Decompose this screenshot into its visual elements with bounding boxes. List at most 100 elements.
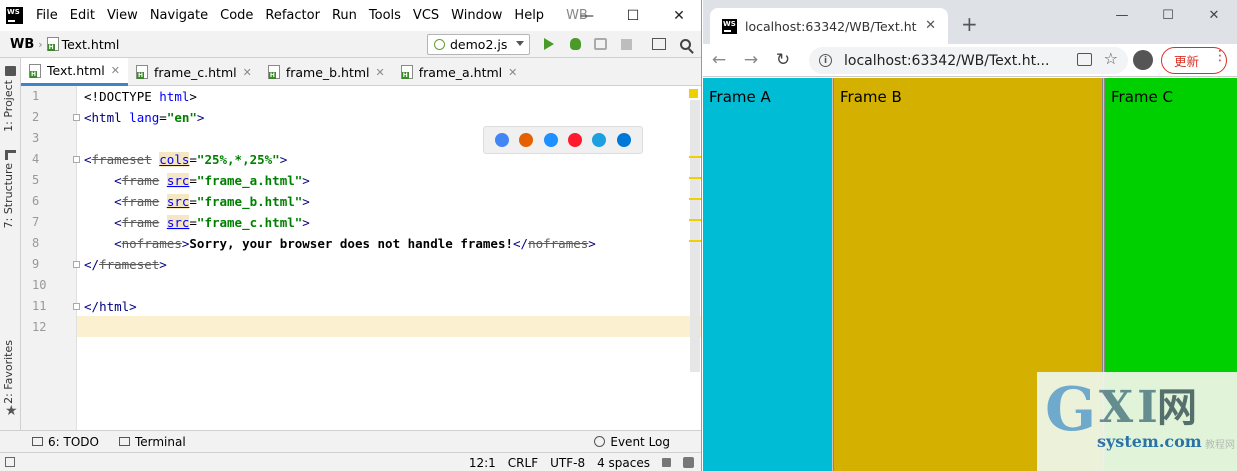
code-token: </ xyxy=(84,299,100,314)
event-log-tab[interactable]: Event Log xyxy=(594,435,670,449)
warning-mark[interactable] xyxy=(689,198,701,200)
minimize-icon[interactable]: — xyxy=(1099,0,1145,30)
fold-marker-icon[interactable] xyxy=(73,303,80,310)
search-button[interactable] xyxy=(677,36,693,52)
reload-icon[interactable]: ↻ xyxy=(767,46,799,74)
minimize-icon[interactable]: — xyxy=(564,0,610,31)
menu-file[interactable]: File xyxy=(30,8,64,23)
code-line-5: <frame src="frame_a.html"> xyxy=(84,173,310,188)
code-token: > xyxy=(588,236,596,251)
code-editor[interactable]: 1 2 3 4 5 6 7 8 9 10 11 12 <!DOCTYPE htm… xyxy=(21,86,701,430)
tab-label: frame_a.html xyxy=(418,64,503,80)
menu-window[interactable]: Window xyxy=(445,8,508,23)
forward-arrow-icon[interactable]: → xyxy=(735,46,767,74)
account-icon[interactable] xyxy=(1133,50,1153,70)
breadcrumb-project[interactable]: WB xyxy=(10,37,34,52)
run-button[interactable] xyxy=(541,36,557,52)
update-label: 更新 xyxy=(1174,54,1200,69)
warning-mark[interactable] xyxy=(689,156,701,158)
bookmark-star-icon[interactable]: ☆ xyxy=(1104,51,1118,67)
ide-titlebar: WS File Edit View Navigate Code Refactor… xyxy=(0,0,701,31)
chrome-icon[interactable] xyxy=(495,133,510,147)
folder-icon xyxy=(5,66,16,76)
close-icon[interactable]: ✕ xyxy=(925,18,936,33)
code-token: > xyxy=(129,299,137,314)
coverage-button[interactable] xyxy=(592,36,608,52)
address-bar[interactable]: i localhost:63342/WB/Text.ht... ☆ xyxy=(809,47,1128,74)
code-line-4: <frameset cols="25%,*,25%"> xyxy=(84,152,287,167)
opera-icon[interactable] xyxy=(568,133,583,147)
line-number: 11 xyxy=(32,299,47,313)
lock-icon[interactable] xyxy=(662,458,671,467)
code-token: = xyxy=(189,152,197,167)
webstorm-favicon-icon: WS xyxy=(722,18,737,34)
firefox-icon[interactable] xyxy=(519,133,534,147)
fold-marker-icon[interactable] xyxy=(73,114,80,121)
todo-tab[interactable]: 6: TODO xyxy=(32,435,99,449)
maximize-icon[interactable]: ☐ xyxy=(610,0,656,31)
tab-text-html[interactable]: Text.html ✕ xyxy=(21,58,128,86)
warning-mark[interactable] xyxy=(689,219,701,221)
edge-icon[interactable] xyxy=(616,133,631,147)
menu-view[interactable]: View xyxy=(101,8,144,23)
code-line-2: <html lang="en"> xyxy=(84,110,204,125)
maximize-icon[interactable]: ☐ xyxy=(1145,0,1191,30)
close-icon[interactable]: ✕ xyxy=(1191,0,1237,30)
browser-tab[interactable]: WS localhost:63342/WB/Text.html ✕ xyxy=(710,8,948,44)
inspector-icon[interactable] xyxy=(683,457,694,468)
menu-vcs[interactable]: VCS xyxy=(407,8,445,23)
close-icon[interactable]: ✕ xyxy=(376,66,385,79)
menu-help[interactable]: Help xyxy=(508,8,550,23)
frame-b-label: Frame B xyxy=(840,88,902,106)
menu-tools[interactable]: Tools xyxy=(363,8,407,23)
tab-frame-b-html[interactable]: frame_b.html ✕ xyxy=(260,58,393,86)
code-token: = xyxy=(189,215,197,230)
indent-setting[interactable]: 4 spaces xyxy=(597,456,650,470)
webstorm-logo-icon: WS xyxy=(6,7,23,24)
menu-edit[interactable]: Edit xyxy=(64,8,101,23)
caret-position[interactable]: 12:1 xyxy=(469,456,496,470)
stop-button[interactable] xyxy=(618,36,634,52)
fold-marker-icon[interactable] xyxy=(73,156,80,163)
line-number: 5 xyxy=(32,173,40,187)
close-icon[interactable]: ✕ xyxy=(656,0,701,31)
side-tab-project[interactable]: 1: Project xyxy=(2,80,15,132)
code-token: frame xyxy=(121,194,160,209)
file-encoding[interactable]: UTF-8 xyxy=(550,456,585,470)
side-tab-structure[interactable]: 7: Structure xyxy=(2,163,15,228)
menu-code[interactable]: Code xyxy=(214,8,259,23)
translate-icon[interactable] xyxy=(1076,52,1092,66)
terminal-tab[interactable]: Terminal xyxy=(118,435,186,449)
more-menu-icon[interactable]: ⋮ xyxy=(1213,49,1227,63)
debug-button[interactable] xyxy=(567,36,583,52)
tab-frame-a-html[interactable]: frame_a.html ✕ xyxy=(393,58,526,86)
warning-mark[interactable] xyxy=(689,240,701,242)
update-button[interactable]: 更新 ⋮ xyxy=(1161,47,1227,74)
terminal-toolbar-button[interactable] xyxy=(651,36,667,52)
run-configuration-select[interactable]: demo2.js xyxy=(427,34,530,55)
side-tab-favorites[interactable]: 2: Favorites xyxy=(2,340,15,404)
warning-mark[interactable] xyxy=(689,177,701,179)
menu-refactor[interactable]: Refactor xyxy=(259,8,326,23)
search-icon xyxy=(679,38,691,50)
code-token: frameset xyxy=(99,257,160,272)
info-icon[interactable]: i xyxy=(819,54,832,67)
browser-window: WS localhost:63342/WB/Text.html ✕ + — ☐ … xyxy=(703,0,1237,471)
new-tab-icon[interactable]: + xyxy=(961,12,978,36)
close-icon[interactable]: ✕ xyxy=(508,66,517,79)
close-icon[interactable]: ✕ xyxy=(111,64,120,77)
current-line-highlight xyxy=(21,316,701,337)
menu-run[interactable]: Run xyxy=(326,8,363,23)
tool-windows-toggle-icon[interactable] xyxy=(5,457,15,467)
line-number: 8 xyxy=(32,236,40,250)
line-separator[interactable]: CRLF xyxy=(508,456,538,470)
code-token: frame xyxy=(121,173,160,188)
safari-icon[interactable] xyxy=(543,133,558,147)
breadcrumb-file[interactable]: Text.html xyxy=(62,37,120,52)
back-arrow-icon[interactable]: ← xyxy=(703,46,735,74)
fold-marker-icon[interactable] xyxy=(73,261,80,268)
close-icon[interactable]: ✕ xyxy=(243,66,252,79)
tab-frame-c-html[interactable]: frame_c.html ✕ xyxy=(128,58,260,86)
menu-navigate[interactable]: Navigate xyxy=(144,8,214,23)
internet-explorer-icon[interactable] xyxy=(592,133,607,147)
